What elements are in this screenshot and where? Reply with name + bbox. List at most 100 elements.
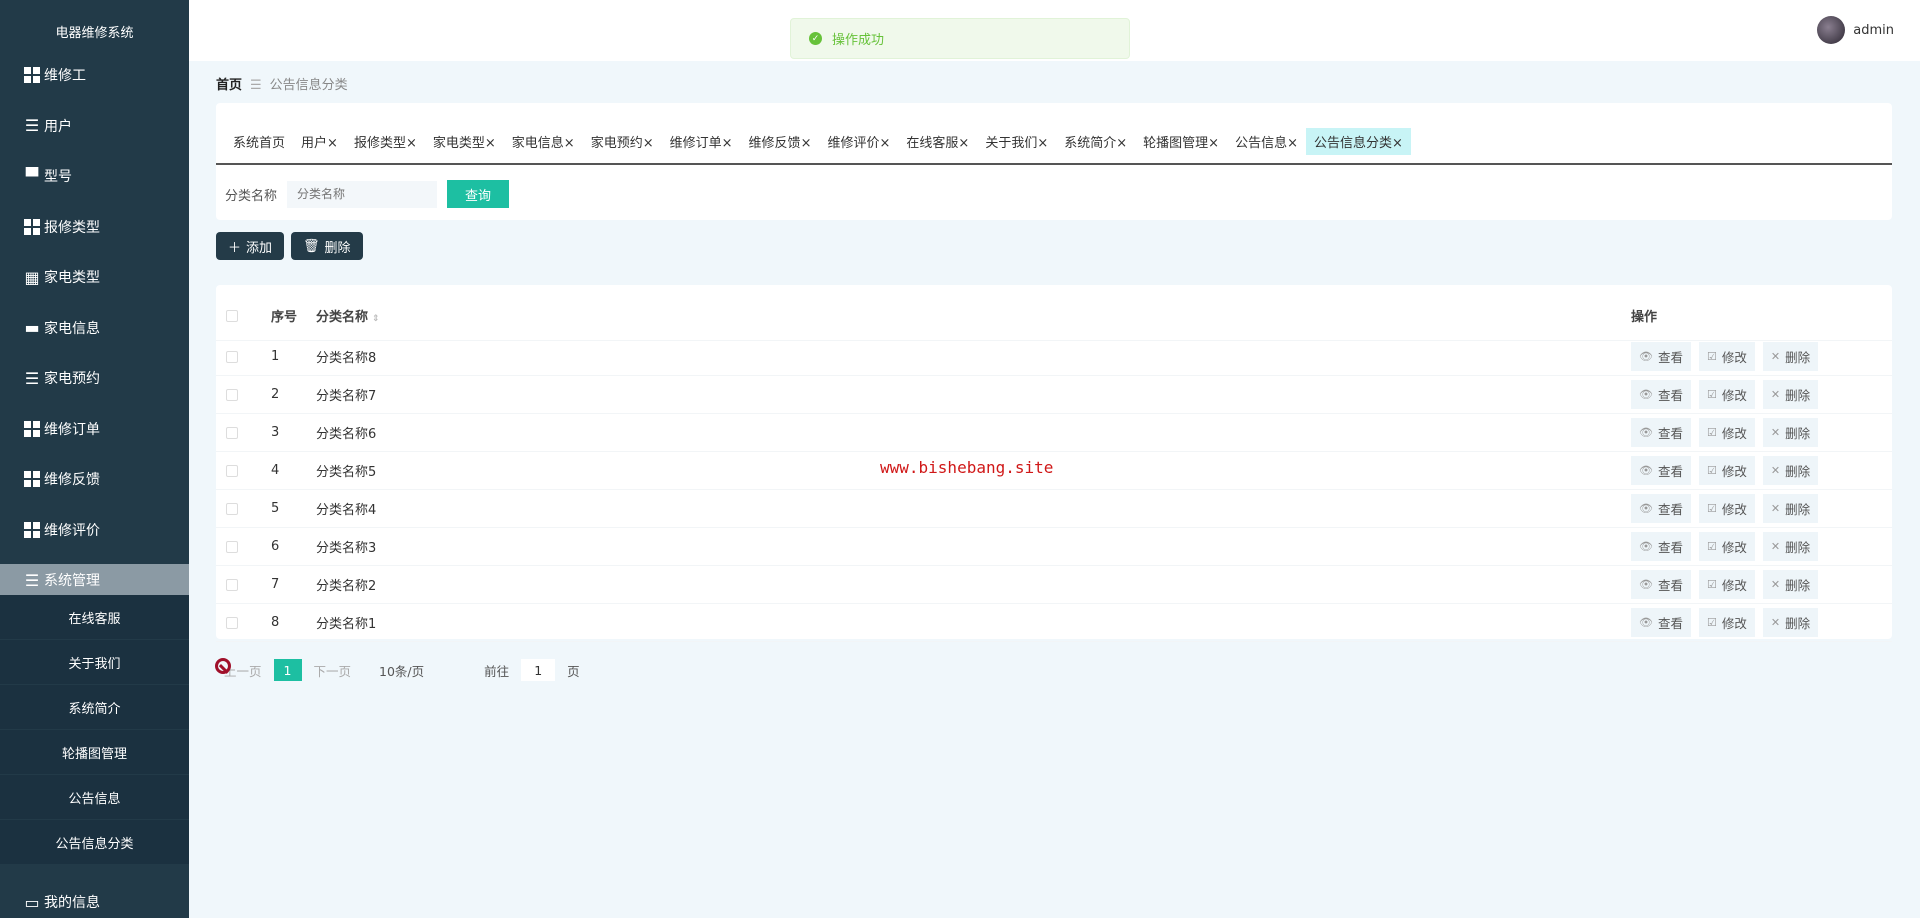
- goto-page-input[interactable]: 1: [521, 659, 556, 681]
- sidebar-item-label: 维修工: [44, 68, 86, 84]
- row-delete-button[interactable]: ✕ 删除: [1762, 456, 1819, 485]
- view-button[interactable]: 👁 查看: [1631, 342, 1691, 371]
- view-button[interactable]: 👁 查看: [1631, 418, 1691, 447]
- row-delete-button[interactable]: ✕ 删除: [1762, 418, 1819, 447]
- username: admin: [1853, 22, 1894, 38]
- view-button[interactable]: 👁 查看: [1631, 532, 1691, 561]
- row-checkbox[interactable]: [226, 388, 238, 401]
- sidebar-item-label: 报修类型: [44, 219, 100, 236]
- edit-button[interactable]: ☑ 修改: [1698, 608, 1755, 637]
- tab-11[interactable]: 系统简介×: [1056, 128, 1135, 155]
- row-delete-button[interactable]: ✕ 删除: [1762, 494, 1819, 523]
- edit-button[interactable]: ☑ 修改: [1698, 380, 1755, 409]
- row-checkbox[interactable]: [226, 540, 238, 553]
- row-checkbox[interactable]: [226, 578, 238, 591]
- tab-5[interactable]: 家电预约×: [583, 128, 662, 155]
- view-button[interactable]: 👁 查看: [1631, 380, 1691, 409]
- tab-12[interactable]: 轮播图管理×: [1135, 128, 1227, 155]
- tab-7[interactable]: 维修反馈×: [741, 128, 820, 155]
- row-delete-button[interactable]: ✕ 删除: [1762, 608, 1819, 637]
- edit-button[interactable]: ☑ 修改: [1698, 570, 1755, 599]
- close-icon[interactable]: ×: [643, 136, 654, 151]
- tab-14[interactable]: 公告信息分类×: [1306, 128, 1411, 155]
- select-all-checkbox[interactable]: [226, 309, 238, 322]
- tab-6[interactable]: 维修订单×: [662, 128, 741, 155]
- sidebar-subitem-5[interactable]: 公告信息分类: [0, 820, 189, 864]
- view-button[interactable]: 👁 查看: [1631, 608, 1691, 637]
- row-checkbox[interactable]: [226, 616, 238, 629]
- sidebar-item-4[interactable]: ▦ 家电类型: [0, 261, 189, 293]
- sidebar-item-6[interactable]: ☰ 家电预约: [0, 362, 189, 394]
- sidebar-item-8[interactable]: 维修反馈: [0, 463, 189, 495]
- tab-13[interactable]: 公告信息×: [1227, 128, 1306, 155]
- edit-button[interactable]: ☑ 修改: [1698, 494, 1755, 523]
- page-1-button[interactable]: 1: [273, 659, 302, 681]
- close-icon[interactable]: ×: [1208, 136, 1219, 151]
- sidebar-subitem-1[interactable]: 关于我们: [0, 640, 189, 684]
- edit-button[interactable]: ☑ 修改: [1698, 456, 1755, 485]
- row-delete-button[interactable]: ✕ 删除: [1762, 342, 1819, 371]
- sidebar-subitem-2[interactable]: 系统简介: [0, 685, 189, 729]
- breadcrumb-home[interactable]: 首页: [216, 78, 242, 93]
- row-delete-button[interactable]: ✕ 删除: [1762, 532, 1819, 561]
- edit-button[interactable]: ☑ 修改: [1698, 342, 1755, 371]
- edit-icon: ☑: [1706, 616, 1717, 629]
- sidebar-item-9[interactable]: 维修评价: [0, 514, 189, 546]
- sidebar-subitem-0[interactable]: 在线客服: [0, 595, 189, 639]
- sidebar-item-my-info[interactable]: ▭ 我的信息: [0, 886, 189, 918]
- close-icon[interactable]: ×: [564, 136, 575, 151]
- add-button[interactable]: ＋添加: [216, 232, 285, 260]
- page-size-select[interactable]: 10条/页: [379, 661, 424, 680]
- sidebar-subitem-4[interactable]: 公告信息: [0, 775, 189, 819]
- prev-page-button[interactable]: 上一页: [215, 657, 262, 680]
- category-name-input[interactable]: [287, 180, 438, 208]
- tab-4[interactable]: 家电信息×: [504, 128, 583, 155]
- tab-9[interactable]: 在线客服×: [898, 128, 977, 155]
- edit-button[interactable]: ☑ 修改: [1698, 532, 1755, 561]
- edit-button[interactable]: ☑ 修改: [1698, 418, 1755, 447]
- next-page-button[interactable]: 下一页: [314, 661, 352, 680]
- sidebar-item-10[interactable]: ☰ 系统管理: [0, 564, 189, 596]
- row-checkbox[interactable]: [226, 426, 238, 439]
- sidebar-item-2[interactable]: ▀ 型号: [0, 160, 189, 192]
- tab-2[interactable]: 报修类型×: [346, 128, 425, 155]
- close-icon[interactable]: ×: [879, 136, 890, 151]
- sidebar-item-7[interactable]: 维修订单: [0, 413, 189, 445]
- close-icon[interactable]: ×: [1287, 136, 1298, 151]
- sidebar-item-3[interactable]: 报修类型: [0, 211, 189, 243]
- tab-8[interactable]: 维修评价×: [819, 128, 898, 155]
- tab-10[interactable]: 关于我们×: [977, 128, 1056, 155]
- close-icon[interactable]: ×: [801, 136, 812, 151]
- tab-3[interactable]: 家电类型×: [425, 128, 504, 155]
- close-icon[interactable]: ×: [327, 136, 338, 151]
- sidebar-item-0[interactable]: 维修工: [0, 59, 189, 91]
- close-icon[interactable]: ×: [406, 136, 417, 151]
- close-icon[interactable]: ×: [1037, 136, 1048, 151]
- row-checkbox[interactable]: [226, 502, 238, 515]
- close-icon[interactable]: ×: [485, 136, 496, 151]
- row-checkbox[interactable]: [226, 350, 238, 363]
- row-delete-button[interactable]: ✕ 删除: [1762, 380, 1819, 409]
- sidebar-subitem-3[interactable]: 轮播图管理: [0, 730, 189, 774]
- sidebar-item-label: 我的信息: [44, 895, 100, 911]
- tab-1[interactable]: 用户×: [293, 128, 346, 155]
- header-name[interactable]: 分类名称 ⇕: [316, 306, 380, 325]
- sidebar-item-1[interactable]: ☰ 用户: [0, 110, 189, 142]
- row-index: 6: [271, 539, 280, 554]
- eye-icon: 👁: [1639, 540, 1653, 553]
- view-button[interactable]: 👁 查看: [1631, 494, 1691, 523]
- close-icon[interactable]: ×: [1116, 136, 1127, 151]
- search-button[interactable]: 查询: [447, 180, 510, 208]
- user-menu[interactable]: admin: [1817, 16, 1894, 44]
- row-delete-button[interactable]: ✕ 删除: [1762, 570, 1819, 599]
- close-icon[interactable]: ×: [958, 136, 969, 151]
- success-toast: ✓ 操作成功: [790, 18, 1130, 59]
- row-checkbox[interactable]: [226, 464, 238, 477]
- close-icon[interactable]: ×: [1392, 136, 1403, 151]
- view-button[interactable]: 👁 查看: [1631, 570, 1691, 599]
- close-icon[interactable]: ×: [722, 136, 733, 151]
- delete-button[interactable]: 🗑 删除: [291, 232, 363, 260]
- sidebar-item-5[interactable]: ▬ 家电信息: [0, 312, 189, 344]
- view-button[interactable]: 👁 查看: [1631, 456, 1691, 485]
- tab-0[interactable]: 系统首页: [225, 128, 293, 155]
